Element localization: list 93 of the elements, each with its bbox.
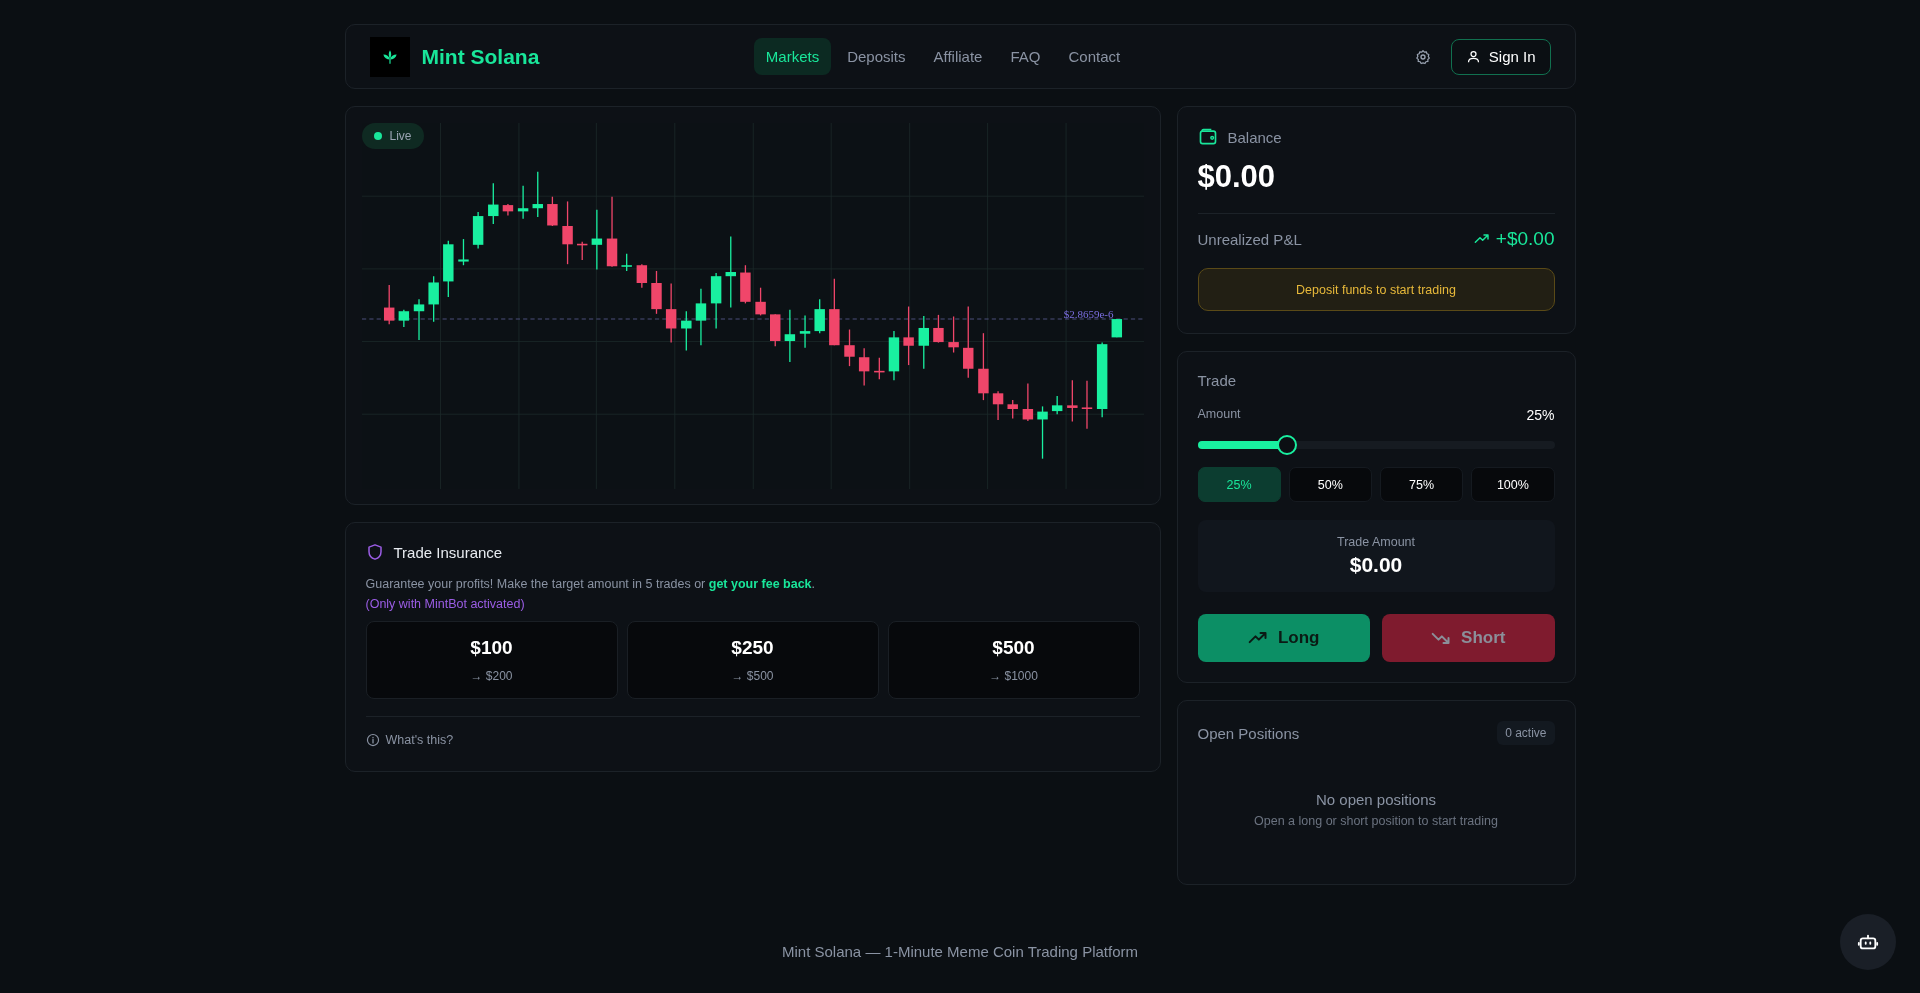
candle: [1007, 399, 1018, 420]
candle: [650, 270, 662, 315]
candle: [1066, 379, 1078, 423]
candle: [472, 211, 483, 250]
candle: [591, 209, 602, 271]
shield-icon: [365, 543, 384, 561]
candle: [442, 240, 454, 298]
candle: [799, 314, 810, 349]
balance-value: $0.00: [1197, 159, 1555, 214]
candle: [977, 332, 989, 401]
pnl-value: +$0.00: [1495, 228, 1555, 250]
candle: [383, 284, 394, 325]
candle: [457, 238, 469, 266]
bot-button[interactable]: [1840, 914, 1896, 970]
candle: [858, 347, 869, 387]
trade-title: Trade: [1197, 372, 1238, 389]
candle: [636, 263, 647, 289]
long-button[interactable]: Long: [1197, 614, 1370, 662]
user-icon: [1465, 49, 1481, 64]
insurance-tier[interactable]: $100 → $200: [365, 621, 618, 699]
candle: [561, 200, 573, 265]
candle: [813, 298, 825, 334]
candle: [769, 313, 780, 347]
info-icon: [365, 733, 380, 747]
empty-hint: Open a long or short position to start trading: [1254, 814, 1498, 828]
balance-label: Balance: [1227, 128, 1282, 146]
amount-slider[interactable]: [1197, 436, 1555, 454]
insurance-description: Guarantee your profits! Make the target amount in 5 trades or get your fee back.: [365, 577, 817, 591]
candle: [398, 309, 409, 328]
amount-value: 25%: [1526, 407, 1555, 423]
amount-label: Amount: [1197, 407, 1241, 423]
candle: [680, 310, 692, 352]
live-label: Live: [389, 129, 412, 143]
nav-tab[interactable]: FAQ: [998, 38, 1053, 75]
nav-tab[interactable]: Markets: [753, 38, 832, 75]
empty-title: No open positions: [1315, 791, 1437, 808]
price-label: $2.8659e-6: [1063, 308, 1114, 320]
candle: [902, 305, 914, 366]
candle: [1022, 382, 1033, 422]
candle: [665, 282, 676, 344]
candle: [695, 288, 706, 346]
candle: [502, 203, 513, 217]
insurance-tier[interactable]: $250 → $500: [626, 621, 879, 699]
candle: [828, 278, 840, 346]
candle: [843, 328, 855, 367]
candle: [620, 253, 632, 272]
candle: [517, 185, 528, 220]
candle: [784, 309, 795, 363]
candle: [1081, 380, 1092, 430]
candle: [918, 315, 929, 370]
nav-tab[interactable]: Deposits: [835, 38, 918, 75]
footer-text: Mint Solana — 1-Minute Meme Coin Trading Platform: [782, 943, 1138, 960]
deposit-notice: Deposit funds to start trading: [1197, 268, 1555, 311]
insurance-tier[interactable]: $500 → $1000: [887, 621, 1140, 699]
preset-button[interactable]: 75%: [1380, 467, 1464, 502]
candle: [932, 314, 944, 344]
live-dot: [373, 132, 382, 140]
trade-amount-value: $0.00: [1349, 553, 1403, 577]
help-link[interactable]: What's this?: [365, 733, 454, 747]
candle: [1051, 395, 1062, 415]
positions-title: Open Positions: [1197, 724, 1300, 742]
candle: [888, 330, 899, 381]
candle: [606, 196, 617, 268]
settings-icon[interactable]: [1414, 48, 1431, 65]
pnl-label: Unrealized P&L: [1197, 230, 1302, 248]
insurance-title: Trade Insurance: [393, 543, 503, 561]
slider-thumb[interactable]: [1276, 435, 1297, 455]
candle: [754, 287, 766, 317]
sign-in-button[interactable]: Sign In: [1450, 38, 1551, 75]
nav-tab[interactable]: Affiliate: [921, 38, 995, 75]
insurance-note: (Only with MintBot activated): [365, 597, 526, 611]
leaf-logo-icon: [369, 36, 410, 77]
candle: [739, 264, 751, 305]
candle: [992, 390, 1003, 421]
candle: [546, 196, 558, 227]
wallet-icon: [1197, 127, 1218, 147]
candle: [1036, 405, 1048, 460]
candle: [873, 357, 885, 380]
candle: [532, 170, 543, 218]
preset-button[interactable]: 25%: [1197, 467, 1281, 502]
candle: [427, 275, 439, 323]
candle: [710, 272, 721, 330]
candle: [1111, 318, 1122, 339]
nav-tab[interactable]: Contact: [1056, 38, 1133, 75]
preset-button[interactable]: 100%: [1471, 467, 1555, 502]
trade-amount-label: Trade Amount: [1336, 535, 1416, 549]
preset-button[interactable]: 50%: [1288, 467, 1372, 502]
candle: [947, 315, 959, 354]
candle: [576, 241, 587, 261]
brand-name: Mint Solana: [421, 44, 540, 69]
candle: [413, 298, 424, 341]
candle: [487, 182, 498, 225]
active-count-badge: 0 active: [1497, 721, 1555, 745]
